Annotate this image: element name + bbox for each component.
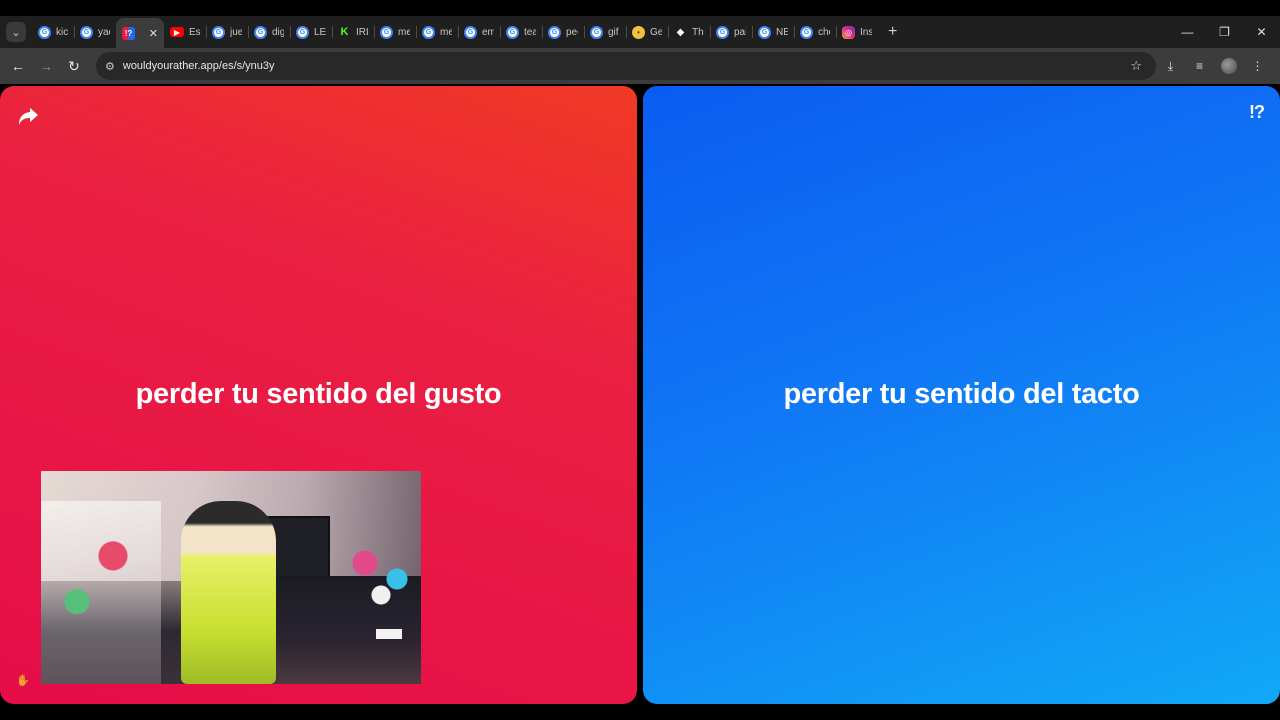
tab-label: peo — [566, 26, 578, 38]
back-button[interactable]: ← — [4, 58, 32, 74]
browser-tab[interactable]: Gmer — [374, 19, 416, 45]
option-b-text: perder tu sentido del tacto — [783, 377, 1140, 410]
google-icon: G — [422, 25, 435, 39]
media-control-icon[interactable]: ≡ — [1185, 59, 1214, 73]
browser-tab[interactable]: G NEL — [752, 19, 794, 45]
google-icon: G — [506, 25, 519, 39]
browser-tab[interactable]: Gcho — [794, 19, 836, 45]
google-icon: G — [548, 25, 561, 39]
youtube-icon: ▶ — [170, 27, 184, 37]
tab-label: The — [692, 26, 704, 38]
reload-button[interactable]: ↻ — [60, 58, 88, 75]
share-icon[interactable] — [16, 104, 40, 128]
download-icon[interactable]: ⤓ — [1156, 59, 1185, 74]
browser-tab[interactable]: Gjueg — [206, 19, 248, 45]
tab-label: gif — [608, 26, 619, 38]
browser-tab[interactable]: Ggif — [584, 19, 626, 45]
tab-label: IRL — [356, 26, 368, 38]
browser-tab[interactable]: ◆ The — [668, 19, 710, 45]
forward-button[interactable]: → — [32, 58, 60, 74]
menu-kebab-icon[interactable]: ⋮ — [1243, 59, 1272, 73]
minimize-button[interactable]: — — [1169, 25, 1206, 39]
toolbar-right: ⤓ ≡ ⋮ — [1156, 48, 1272, 84]
google-icon: G — [464, 25, 477, 39]
browser-tab[interactable]: Gpair — [710, 19, 752, 45]
browser-tab[interactable]: Gdigi — [248, 19, 290, 45]
tab-label: Inst — [860, 26, 872, 38]
google-icon: G — [716, 25, 729, 39]
tab-label: LET — [314, 26, 326, 38]
google-icon: G — [296, 25, 309, 39]
tab-label: teat — [524, 26, 536, 38]
browser-tab[interactable]: Gem — [458, 19, 500, 45]
tab-label: cho — [818, 26, 830, 38]
google-icon: G — [80, 25, 93, 39]
browser-tab[interactable]: ◎ Inst — [836, 19, 878, 45]
emoji-icon: • — [632, 25, 645, 39]
wouldyourather-icon: !? — [122, 26, 135, 40]
google-icon: G — [38, 25, 51, 39]
google-icon: G — [380, 25, 393, 39]
tab-label: mer — [440, 26, 452, 38]
option-a-text: perder tu sentido del gusto — [135, 377, 502, 410]
option-b-panel[interactable]: !? perder tu sentido del tacto — [643, 86, 1280, 704]
kick-icon: K — [340, 26, 349, 38]
bookmark-star-icon[interactable]: ☆ — [1130, 58, 1142, 74]
tab-label: NEL — [776, 26, 788, 38]
browser-tab[interactable]: Gkick — [32, 19, 74, 45]
browser-tab[interactable]: • Get — [626, 19, 668, 45]
tab-close-icon[interactable]: ✕ — [149, 27, 158, 40]
tab-list: GkickGyao!?✕▶EstaGjuegGdigiGLETKIRLGmerG… — [32, 16, 878, 48]
help-icon[interactable]: !? — [1249, 102, 1265, 123]
google-icon: G — [254, 25, 267, 39]
google-icon: G — [800, 25, 813, 39]
browser-tab[interactable]: Gyao — [74, 19, 116, 45]
address-bar[interactable]: ⚙ wouldyourather.app/es/s/ynu3y ☆ — [96, 52, 1156, 80]
browser-tab[interactable]: Gpeo — [542, 19, 584, 45]
tab-label: em — [482, 26, 494, 38]
tab-search-button[interactable]: ⌄ — [6, 22, 26, 42]
webcam-overlay — [41, 471, 421, 684]
page-viewport: perder tu sentido del gusto ✋ !? perder … — [0, 84, 1280, 720]
restore-button[interactable]: ❐ — [1206, 25, 1243, 39]
browser-tab[interactable]: K IRL — [332, 19, 374, 45]
profile-avatar[interactable] — [1214, 58, 1243, 74]
tab-label: Esta — [189, 26, 200, 38]
tab-label: digi — [272, 26, 284, 38]
tab-label: kick — [56, 26, 68, 38]
browser-tab[interactable]: Gteat — [500, 19, 542, 45]
browser-tab[interactable]: G LET — [290, 19, 332, 45]
window-controls: — ❐ ✕ — [1169, 16, 1280, 48]
browser-tab[interactable]: !? ✕ — [116, 18, 164, 48]
tab-label: mer — [398, 26, 410, 38]
option-a-panel[interactable]: perder tu sentido del gusto ✋ — [0, 86, 637, 704]
new-tab-button[interactable]: + — [888, 23, 897, 41]
instagram-icon: ◎ — [842, 25, 855, 39]
google-icon: G — [590, 25, 603, 39]
google-icon: G — [758, 25, 771, 39]
tab-label: pair — [734, 26, 746, 38]
tab-label: jueg — [230, 26, 242, 38]
title-bar — [0, 0, 1280, 16]
tab-strip: ⌄ GkickGyao!?✕▶EstaGjuegGdigiGLETKIRLGme… — [0, 16, 1280, 48]
browser-tab[interactable]: ▶ Esta — [164, 19, 206, 45]
browser-tab[interactable]: Gmer — [416, 19, 458, 45]
tab-label: yao — [98, 26, 110, 38]
watermark-icon: ✋ — [16, 675, 30, 687]
site-settings-icon[interactable]: ⚙ — [105, 60, 115, 73]
tab-label: Get — [650, 26, 662, 38]
browser-toolbar: ← → ↻ ⚙ wouldyourather.app/es/s/ynu3y ☆ … — [0, 48, 1280, 84]
close-window-button[interactable]: ✕ — [1243, 25, 1280, 39]
google-icon: G — [212, 25, 225, 39]
diamond-icon: ◆ — [676, 26, 685, 38]
url-text: wouldyourather.app/es/s/ynu3y — [122, 60, 275, 72]
